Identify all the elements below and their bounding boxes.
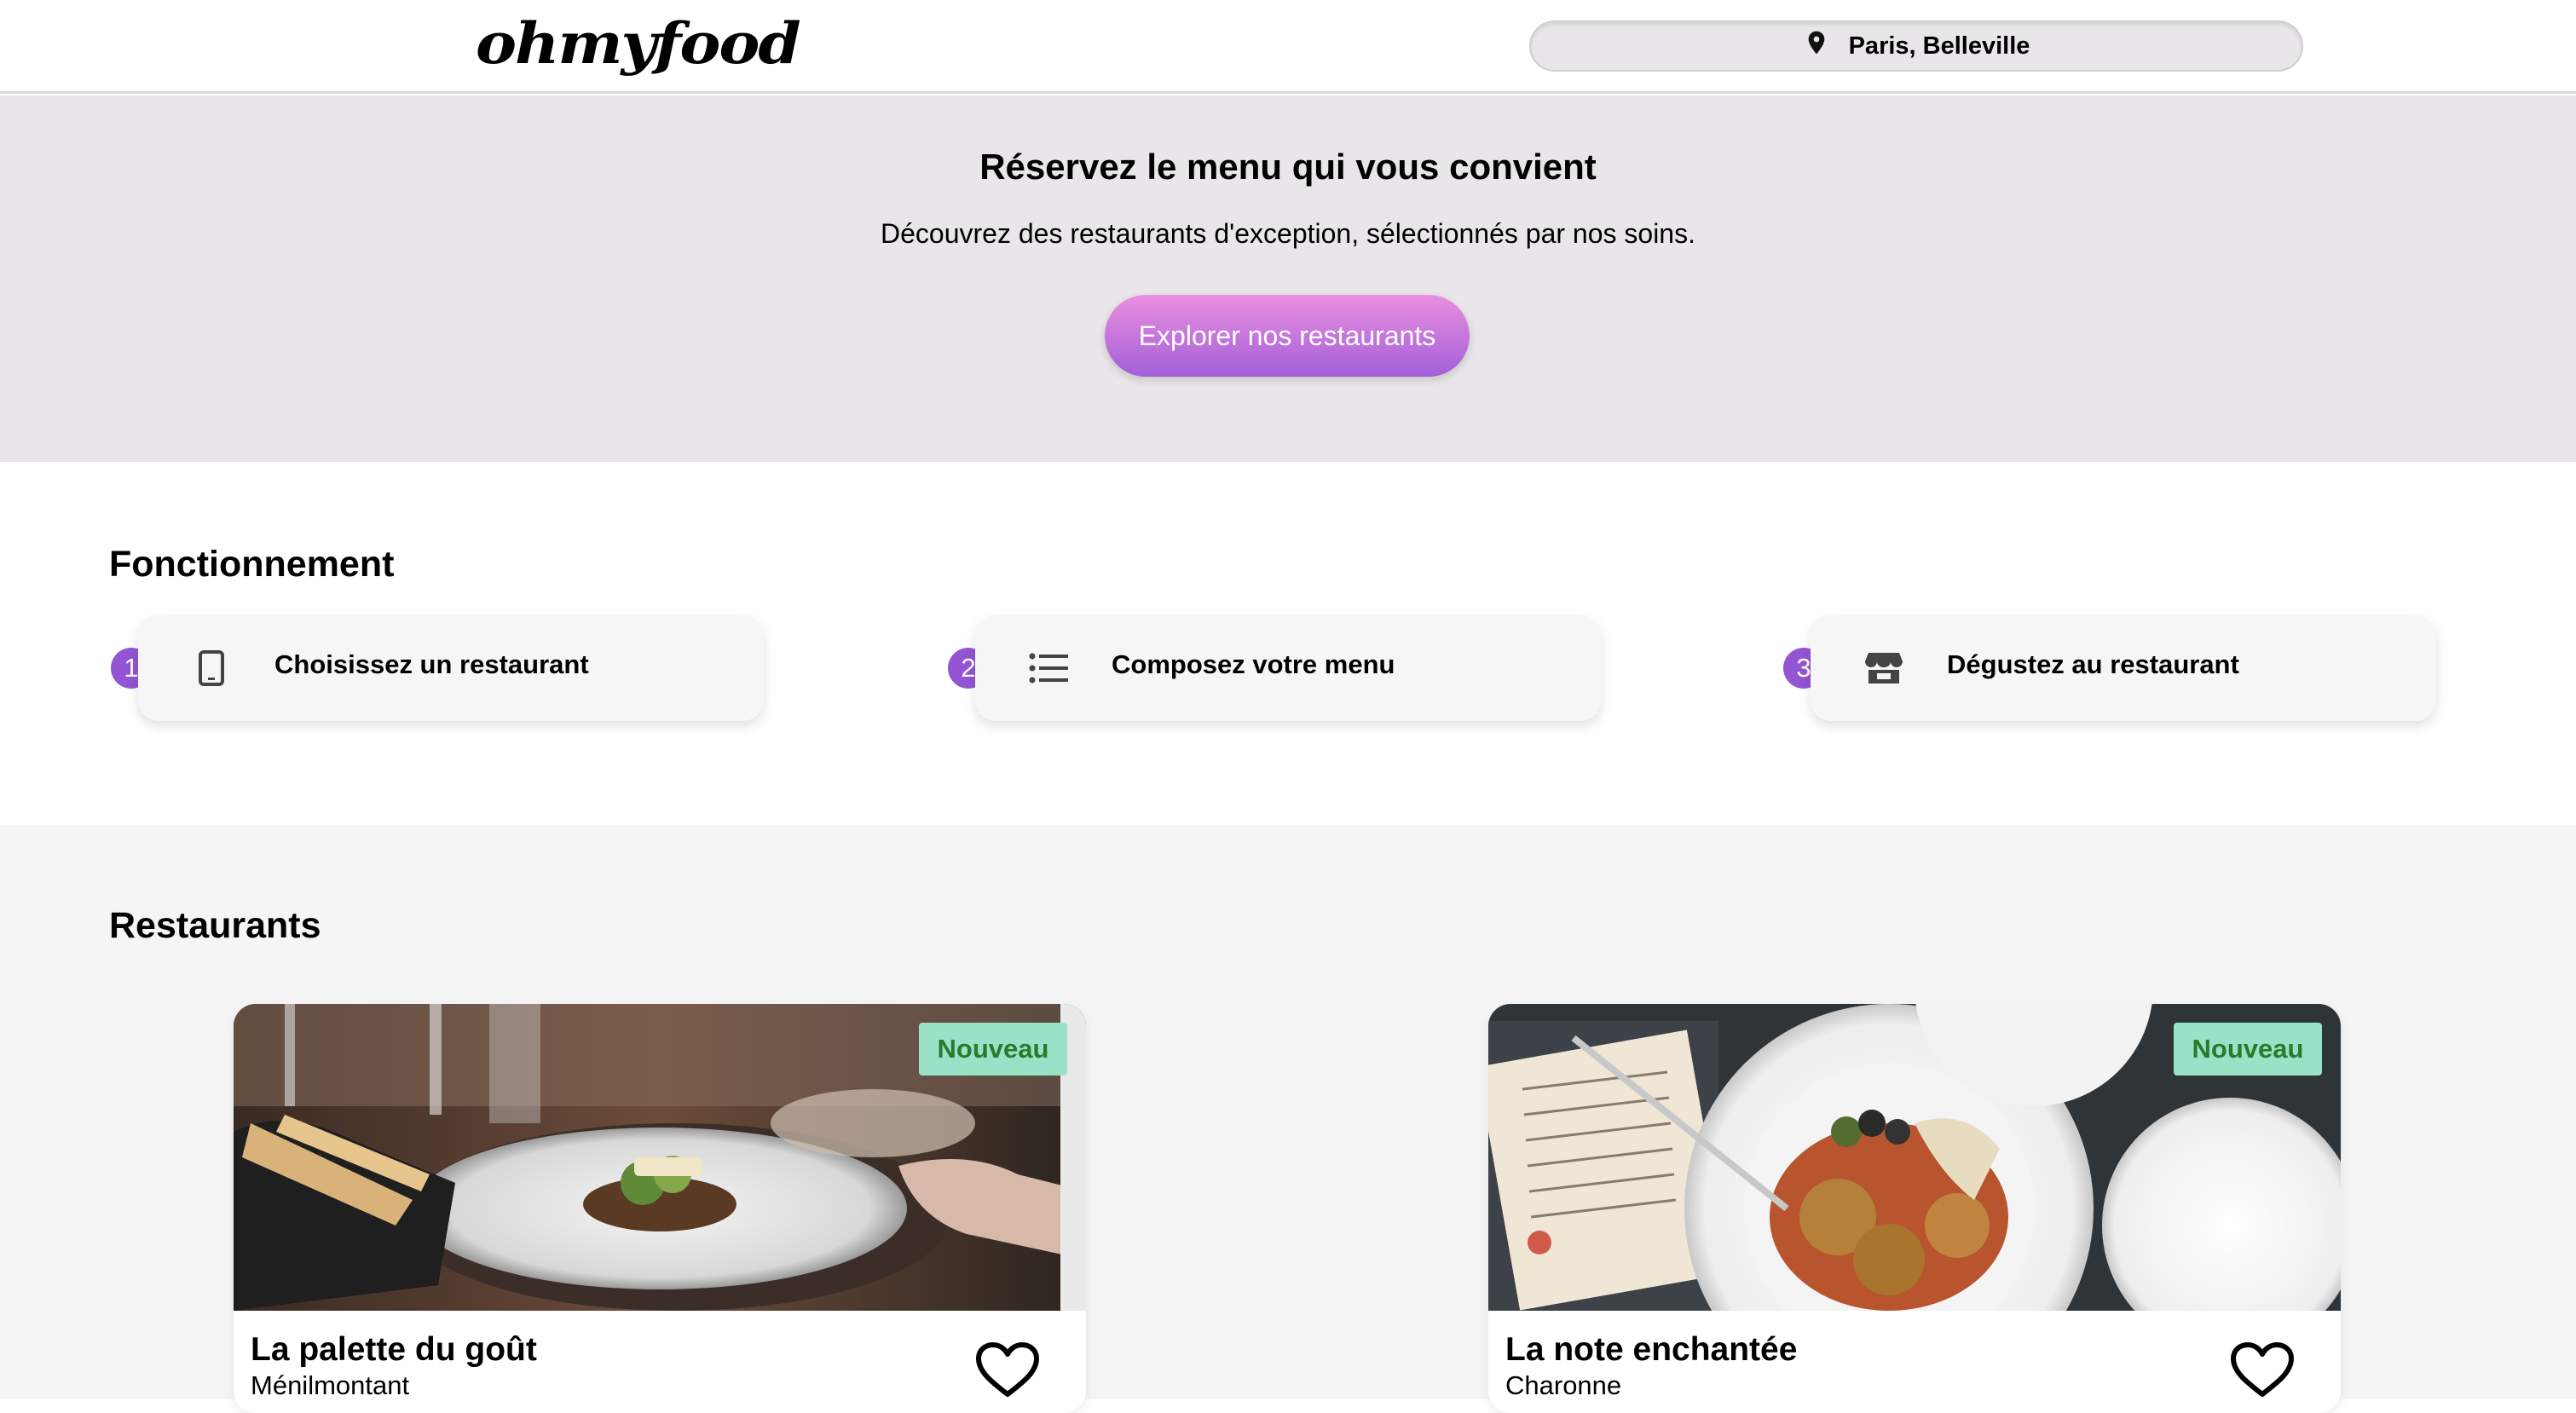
restaurant-name: La note enchantée [1505, 1331, 1798, 1368]
new-badge: Nouveau [2174, 1023, 2322, 1076]
restaurant-name: La palette du goût [251, 1331, 537, 1368]
hero-subtitle: Découvrez des restaurants d'exception, s… [881, 218, 1695, 249]
how-it-works-title: Fonctionnement [109, 544, 395, 585]
restaurants-title: Restaurants [109, 905, 321, 946]
heart-icon[interactable] [2230, 1341, 2295, 1398]
step-card-2: Composez votre menu [975, 615, 1601, 721]
step-label-1: Choisissez un restaurant [274, 649, 589, 679]
step-label-2: Composez votre menu [1112, 649, 1395, 679]
heart-icon[interactable] [975, 1341, 1040, 1398]
step-card-3: Dégustez au restaurant [1811, 615, 2436, 721]
location-bar[interactable]: Paris, Belleville [1529, 20, 2303, 72]
hero-title: Réservez le menu qui vous convient [979, 147, 1597, 187]
store-icon [1863, 648, 1904, 689]
step-card-1: Choisissez un restaurant [138, 615, 764, 721]
location-label: Paris, Belleville [1848, 32, 2030, 60]
restaurant-location: Ménilmontant [251, 1370, 410, 1400]
logo[interactable]: ohmyfood [476, 9, 801, 76]
step-label-3: Dégustez au restaurant [1947, 649, 2239, 679]
header: ohmyfood Paris, Belleville [0, 0, 2576, 94]
new-badge: Nouveau [919, 1023, 1067, 1076]
list-icon [1028, 648, 1069, 689]
smartphone-icon [191, 648, 232, 689]
hero-banner: Réservez le menu qui vous convient Décou… [0, 95, 2576, 462]
map-pin-icon [1803, 27, 1830, 65]
explore-restaurants-button[interactable]: Explorer nos restaurants [1105, 295, 1470, 377]
restaurant-card-2[interactable]: Nouveau La note enchantée Charonne [1488, 1004, 2341, 1413]
restaurant-location: Charonne [1505, 1370, 1622, 1400]
restaurant-card-1[interactable]: Nouveau La palette du goût Ménilmontant [234, 1004, 1086, 1413]
